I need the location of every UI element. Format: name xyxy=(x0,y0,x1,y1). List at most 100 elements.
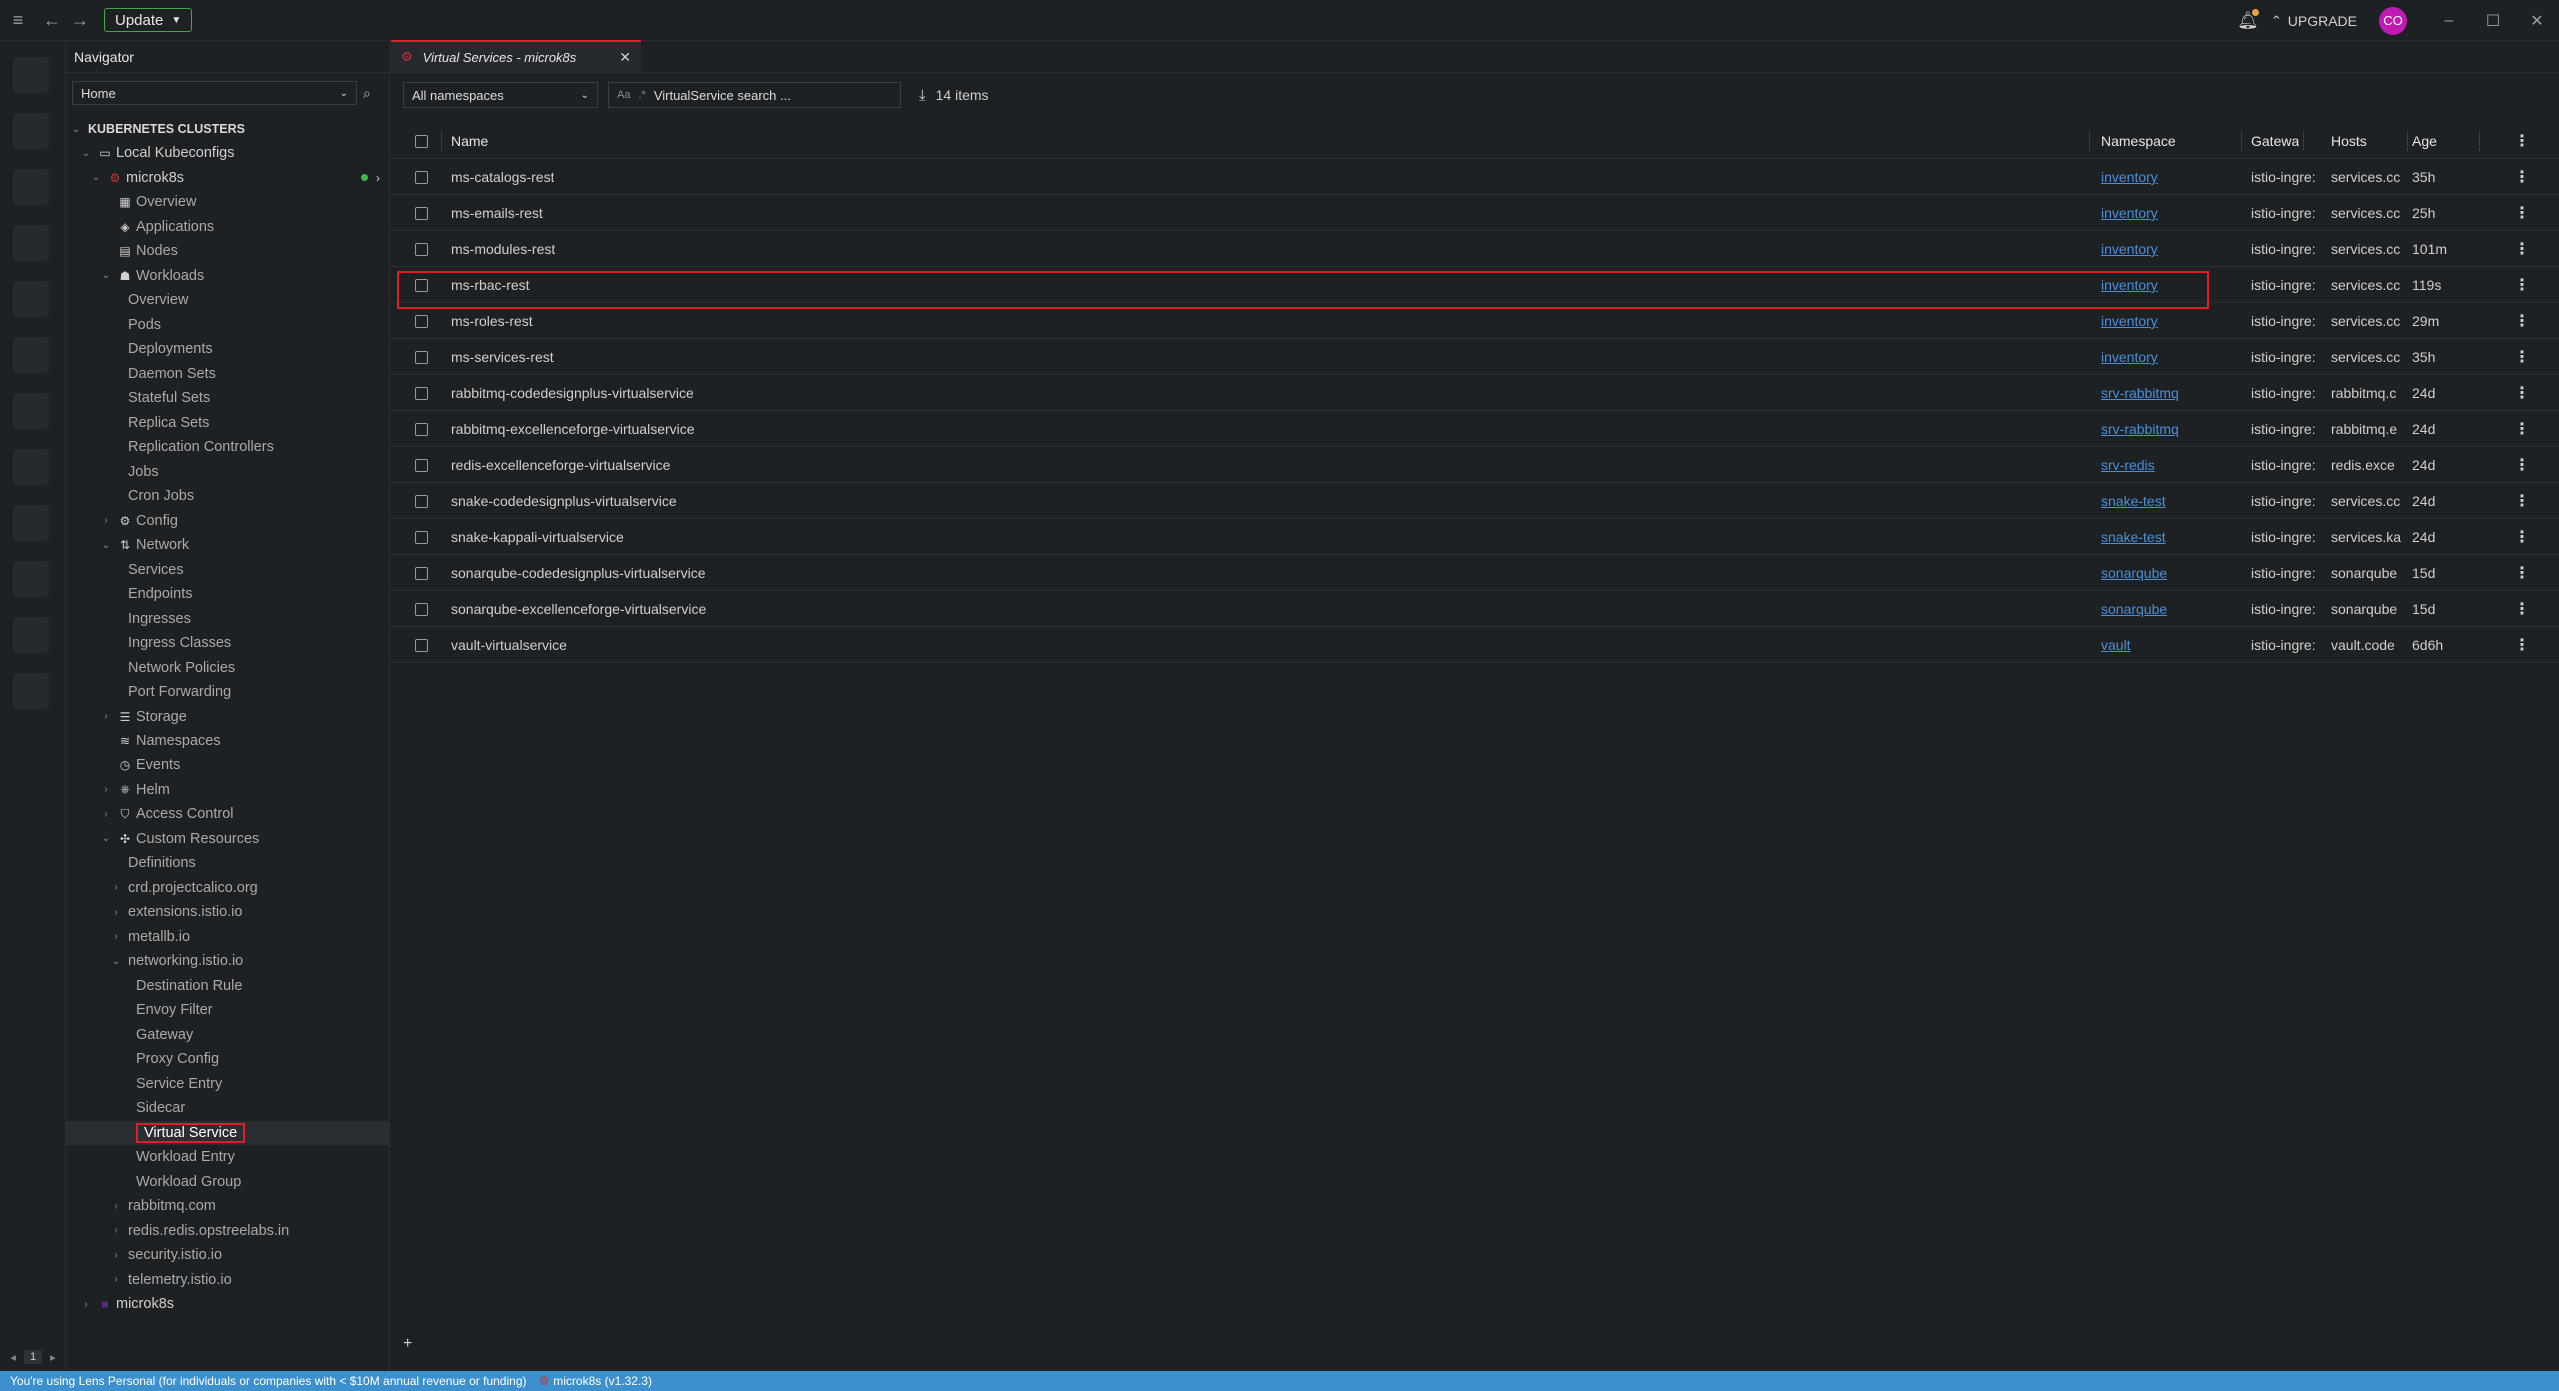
hotbar-slot[interactable] xyxy=(13,505,49,541)
select-all-checkbox[interactable] xyxy=(415,134,428,148)
nav-item-namespaces[interactable]: ≋ Namespaces xyxy=(66,729,390,753)
nav-item-redis-redis-opstreelabs-in[interactable]: › redis.redis.opstreelabs.in xyxy=(66,1219,390,1243)
nav-item-replica-sets[interactable]: Replica Sets xyxy=(66,411,390,435)
nav-item-envoy-filter[interactable]: Envoy Filter xyxy=(66,998,390,1022)
nav-item-workload-entry[interactable]: Workload Entry xyxy=(66,1145,390,1169)
nav-item-microk8s[interactable]: › ■ microk8s xyxy=(66,1292,390,1316)
hotbar-slot[interactable] xyxy=(13,337,49,373)
hotbar-slot[interactable] xyxy=(13,169,49,205)
row-checkbox[interactable] xyxy=(415,314,428,328)
column-header-namespace[interactable]: Namespace xyxy=(2101,123,2176,159)
active-cluster-status[interactable]: ⚙ microk8s (v1.32.3) xyxy=(539,1374,652,1388)
chevron-right-icon[interactable]: › xyxy=(100,809,112,820)
maximize-window-icon[interactable]: ☐ xyxy=(2471,11,2515,31)
row-menu-icon[interactable]: ⋮ xyxy=(2514,303,2530,339)
nav-item-sidecar[interactable]: Sidecar xyxy=(66,1096,390,1120)
hotbar-next-icon[interactable]: ▸ xyxy=(50,1351,56,1364)
row-checkbox[interactable] xyxy=(415,170,428,184)
nav-item-local-kubeconfigs[interactable]: ⌄ ▭ Local Kubeconfigs xyxy=(66,141,390,165)
nav-item-ingresses[interactable]: Ingresses xyxy=(66,607,390,631)
table-row[interactable]: rabbitmq-codedesignplus-virtualservice sr… xyxy=(391,375,2559,411)
nav-item-replication-controllers[interactable]: Replication Controllers xyxy=(66,435,390,459)
nav-item-rabbitmq-com[interactable]: › rabbitmq.com xyxy=(66,1194,390,1218)
row-checkbox[interactable] xyxy=(415,602,428,616)
nav-item-jobs[interactable]: Jobs xyxy=(66,460,390,484)
nav-item-service-entry[interactable]: Service Entry xyxy=(66,1072,390,1096)
user-avatar[interactable]: CO xyxy=(2379,6,2407,35)
nav-item-config[interactable]: › ⚙ Config xyxy=(66,509,390,533)
row-checkbox[interactable] xyxy=(415,350,428,364)
chevron-right-icon[interactable]: › xyxy=(110,1274,122,1285)
table-row[interactable]: vault-virtualservice vault istio-ingre: vau… xyxy=(391,627,2559,663)
row-checkbox[interactable] xyxy=(415,386,428,400)
nav-item-ingress-classes[interactable]: Ingress Classes xyxy=(66,631,390,655)
table-row[interactable]: snake-kappali-virtualservice snake-test is… xyxy=(391,519,2559,555)
namespace-link[interactable]: inventory xyxy=(2101,277,2158,293)
nav-item-custom-resources[interactable]: ⌄ ✣ Custom Resources xyxy=(66,827,390,851)
hotbar-slot[interactable] xyxy=(13,617,49,653)
nav-item-workloads[interactable]: ⌄ ☗ Workloads xyxy=(66,264,390,288)
table-row[interactable]: ms-modules-rest inventory istio-ingre: serv… xyxy=(391,231,2559,267)
hotbar-slot[interactable] xyxy=(13,225,49,261)
nav-item-crd-projectcalico-org[interactable]: › crd.projectcalico.org xyxy=(66,876,390,900)
row-checkbox[interactable] xyxy=(415,566,428,580)
nav-item-overview[interactable]: Overview xyxy=(66,288,390,312)
chevron-right-icon[interactable]: › xyxy=(110,1250,122,1261)
table-row[interactable]: ms-rbac-rest inventory istio-ingre: service… xyxy=(391,267,2559,303)
chevron-right-icon[interactable]: › xyxy=(100,784,112,795)
namespace-link[interactable]: snake-test xyxy=(2101,493,2166,509)
nav-item-workload-group[interactable]: Workload Group xyxy=(66,1170,390,1194)
chevron-down-icon[interactable]: ⌄ xyxy=(100,270,112,281)
namespace-link[interactable]: sonarqube xyxy=(2101,565,2167,581)
chevron-right-icon[interactable]: › xyxy=(110,1225,122,1236)
column-header-gateways[interactable]: Gatewa xyxy=(2251,123,2299,159)
download-icon[interactable]: ⤓ xyxy=(919,87,926,104)
row-menu-icon[interactable]: ⋮ xyxy=(2514,483,2530,519)
row-checkbox[interactable] xyxy=(415,530,428,544)
nav-item-network[interactable]: ⌄ ⇅ Network xyxy=(66,533,390,557)
table-row[interactable]: sonarqube-codedesignplus-virtualservice s… xyxy=(391,555,2559,591)
table-row[interactable]: sonarqube-excellenceforge-virtualservice… xyxy=(391,591,2559,627)
namespace-link[interactable]: srv-rabbitmq xyxy=(2101,421,2179,437)
license-notice[interactable]: You're using Lens Personal (for individu… xyxy=(10,1374,527,1388)
row-menu-icon[interactable]: ⋮ xyxy=(2514,627,2530,663)
nav-item-virtual-service[interactable]: Virtual Service xyxy=(66,1120,390,1145)
nav-item-access-control[interactable]: › ⛉ Access Control xyxy=(66,802,390,826)
chevron-down-icon[interactable]: ⌄ xyxy=(70,124,82,135)
chevron-right-icon[interactable]: › xyxy=(80,1299,92,1310)
hotbar-slot[interactable] xyxy=(13,57,49,93)
row-menu-icon[interactable]: ⋮ xyxy=(2514,447,2530,483)
chevron-right-icon[interactable]: › xyxy=(110,1201,122,1212)
namespace-link[interactable]: inventory xyxy=(2101,349,2158,365)
table-row[interactable]: snake-codedesignplus-virtualservice snake… xyxy=(391,483,2559,519)
row-menu-icon[interactable]: ⋮ xyxy=(2514,231,2530,267)
chevron-right-icon[interactable]: › xyxy=(110,907,122,918)
close-tab-icon[interactable]: ✕ xyxy=(619,49,631,66)
row-checkbox[interactable] xyxy=(415,242,428,256)
nav-item-applications[interactable]: ◈ Applications xyxy=(66,215,390,239)
notification-bell-icon[interactable]: 🔔︎ xyxy=(2231,8,2265,31)
namespace-select[interactable]: All namespaces ⌄ xyxy=(403,82,598,108)
row-menu-icon[interactable]: ⋮ xyxy=(2514,555,2530,591)
nav-item-gateway[interactable]: Gateway xyxy=(66,1023,390,1047)
nav-item-stateful-sets[interactable]: Stateful Sets xyxy=(66,386,390,410)
nav-item-network-policies[interactable]: Network Policies xyxy=(66,656,390,680)
row-checkbox[interactable] xyxy=(415,206,428,220)
minimize-window-icon[interactable]: – xyxy=(2427,12,2471,30)
hotbar-slot[interactable] xyxy=(13,113,49,149)
add-resource-icon[interactable]: + xyxy=(403,1335,412,1353)
namespace-link[interactable]: sonarqube xyxy=(2101,601,2167,617)
tab-virtual-services[interactable]: ⚙ Virtual Services - microk8s ✕ xyxy=(391,40,641,72)
namespace-link[interactable]: vault xyxy=(2101,637,2131,653)
nav-item-extensions-istio-io[interactable]: › extensions.istio.io xyxy=(66,900,390,924)
update-button[interactable]: Update ▼ xyxy=(104,8,193,32)
namespace-link[interactable]: srv-redis xyxy=(2101,457,2155,473)
table-row[interactable]: ms-services-rest inventory istio-ingre: ser… xyxy=(391,339,2559,375)
hotbar-slot[interactable] xyxy=(13,281,49,317)
search-input[interactable] xyxy=(653,87,864,103)
nav-item-telemetry-istio-io[interactable]: › telemetry.istio.io xyxy=(66,1268,390,1292)
nav-item-metallb-io[interactable]: › metallb.io xyxy=(66,925,390,949)
nav-item-definitions[interactable]: Definitions xyxy=(66,851,390,875)
nav-item-networking-istio-io[interactable]: ⌄ networking.istio.io xyxy=(66,949,390,973)
nav-item-cron-jobs[interactable]: Cron Jobs xyxy=(66,484,390,508)
